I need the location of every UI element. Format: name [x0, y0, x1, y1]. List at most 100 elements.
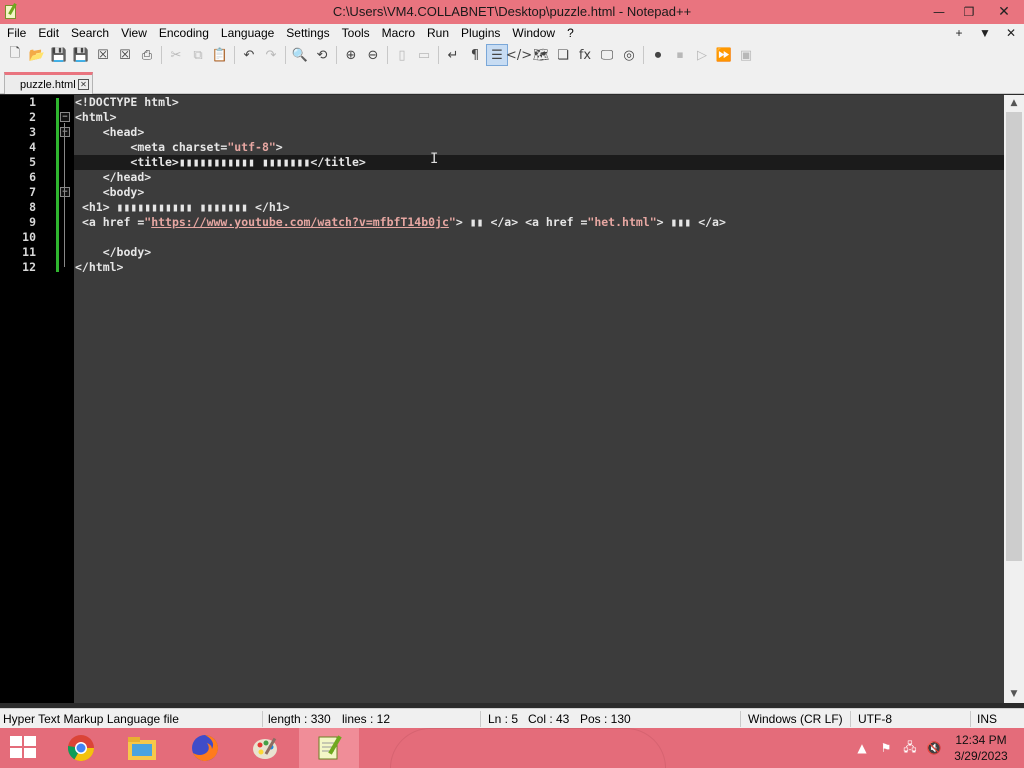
word-wrap-icon[interactable]: ↵: [442, 44, 464, 66]
menu-edit[interactable]: Edit: [32, 24, 65, 42]
sync-horizontal-icon[interactable]: ▭: [413, 44, 435, 66]
code-text[interactable]: </head>: [74, 170, 1004, 185]
document-map-icon[interactable]: 🗺: [530, 44, 552, 66]
find-icon[interactable]: 🔍: [289, 44, 311, 66]
menu-run[interactable]: Run: [421, 24, 455, 42]
menu-language[interactable]: Language: [215, 24, 280, 42]
menu-plugins[interactable]: Plugins: [455, 24, 506, 42]
code-text[interactable]: <head>: [74, 125, 1004, 140]
line-number: 2: [29, 110, 36, 124]
tab-close-icon[interactable]: ✕: [78, 79, 89, 90]
action-center-flag-icon[interactable]: ⚑: [874, 741, 898, 755]
code-text[interactable]: </body>: [74, 245, 1004, 260]
copy-icon[interactable]: ⧉: [187, 44, 209, 66]
paint-taskbar-icon[interactable]: [236, 728, 296, 768]
code-token: "utf-8": [227, 140, 276, 154]
fold-toggle-icon[interactable]: −: [60, 187, 70, 197]
stop-record-icon[interactable]: ⏹: [669, 44, 691, 66]
sync-vertical-icon[interactable]: ▯: [391, 44, 413, 66]
code-text[interactable]: <h1> ▮▮▮▮▮▮▮▮▮▮▮ ▮▮▮▮▮▮▮ </h1>: [74, 200, 1004, 215]
tab-puzzle-html[interactable]: puzzle.html ✕: [4, 72, 93, 94]
code-line[interactable]: 3 − <head>: [0, 125, 1004, 140]
tab-list-dropdown-icon[interactable]: ▼: [972, 26, 998, 40]
code-line[interactable]: 12 </html>: [0, 260, 1004, 275]
menu-settings[interactable]: Settings: [280, 24, 335, 42]
document-list-icon[interactable]: ❏: [552, 44, 574, 66]
scroll-down-arrow-icon[interactable]: ▼: [1004, 686, 1024, 703]
record-macro-icon[interactable]: ⏺: [647, 44, 669, 66]
restore-button[interactable]: ❐: [954, 0, 984, 24]
clock[interactable]: 12:34 PM 3/29/2023: [946, 732, 1016, 764]
code-text[interactable]: <html>: [74, 110, 1004, 125]
code-line[interactable]: 8 <h1> ▮▮▮▮▮▮▮▮▮▮▮ ▮▮▮▮▮▮▮ </h1>: [0, 200, 1004, 215]
firefox-taskbar-icon[interactable]: [175, 728, 235, 768]
code-token: <!DOCTYPE html>: [75, 95, 179, 109]
replace-icon[interactable]: ⟲: [311, 44, 333, 66]
minimize-button[interactable]: —: [924, 0, 954, 24]
paste-icon[interactable]: 📋: [209, 44, 231, 66]
save-macro-icon[interactable]: ▣: [735, 44, 757, 66]
new-file-icon[interactable]: 🗋: [4, 44, 26, 66]
close-file-icon[interactable]: ☒: [92, 44, 114, 66]
code-text[interactable]: </html>: [74, 260, 1004, 275]
code-line[interactable]: 6 </head>: [0, 170, 1004, 185]
html-tag-icon[interactable]: </>: [506, 44, 532, 66]
menu-encoding[interactable]: Encoding: [153, 24, 215, 42]
file-explorer-taskbar-icon[interactable]: [112, 728, 172, 768]
close-window-button[interactable]: ✕: [984, 0, 1024, 24]
chrome-taskbar-icon[interactable]: [51, 728, 111, 768]
code-text[interactable]: <a href = "https://www.youtube.com/watch?…: [74, 215, 1004, 230]
zoom-out-icon[interactable]: ⊖: [362, 44, 384, 66]
menu-window[interactable]: Window: [506, 24, 561, 42]
new-tab-plus-icon[interactable]: +: [946, 26, 972, 40]
url-link[interactable]: https://www.youtube.com/watch?v=mfbfT14b…: [151, 215, 449, 229]
fold-toggle-icon[interactable]: −: [60, 127, 70, 137]
code-text[interactable]: <meta charset="utf-8">: [74, 140, 1004, 155]
notepadpp-taskbar-icon[interactable]: [299, 728, 359, 768]
code-text[interactable]: <body>: [74, 185, 1004, 200]
close-document-icon[interactable]: ✕: [998, 26, 1024, 40]
menu-tools[interactable]: Tools: [336, 24, 376, 42]
vertical-scrollbar[interactable]: ▲ ▼: [1004, 95, 1024, 703]
start-button-windows-icon[interactable]: [10, 736, 38, 760]
cut-icon[interactable]: ✂: [165, 44, 187, 66]
save-icon[interactable]: 💾: [48, 44, 70, 66]
folder-workspace-icon[interactable]: 🖵: [596, 44, 618, 66]
code-text[interactable]: <title>▮▮▮▮▮▮▮▮▮▮▮ ▮▮▮▮▮▮▮</title>: [74, 155, 1004, 170]
code-line[interactable]: 7 − <body>: [0, 185, 1004, 200]
code-line[interactable]: 4 <meta charset="utf-8">: [0, 140, 1004, 155]
code-line[interactable]: 5 <title>▮▮▮▮▮▮▮▮▮▮▮ ▮▮▮▮▮▮▮</title>: [0, 155, 1004, 170]
close-all-icon[interactable]: ☒: [114, 44, 136, 66]
menu-search[interactable]: Search: [65, 24, 115, 42]
code-line[interactable]: 11 </body>: [0, 245, 1004, 260]
menu-view[interactable]: View: [115, 24, 153, 42]
save-all-icon[interactable]: 💾: [70, 44, 92, 66]
code-line[interactable]: 10: [0, 230, 1004, 245]
menu-file[interactable]: File: [0, 24, 32, 42]
code-text[interactable]: <!DOCTYPE html>: [74, 95, 1004, 110]
code-line[interactable]: 1 <!DOCTYPE html>: [0, 95, 1004, 110]
run-macro-multiple-icon[interactable]: ⏩: [713, 44, 735, 66]
code-line[interactable]: 2 − <html>: [0, 110, 1004, 125]
open-file-icon[interactable]: 📂: [26, 44, 48, 66]
menu-macro[interactable]: Macro: [376, 24, 421, 42]
network-icon[interactable]: 🖧: [898, 738, 922, 759]
redo-icon[interactable]: ↷: [260, 44, 282, 66]
function-list-icon[interactable]: fx: [574, 44, 596, 66]
scroll-up-arrow-icon[interactable]: ▲: [1004, 95, 1024, 112]
monitoring-icon[interactable]: ◎: [618, 44, 640, 66]
code-line[interactable]: 9 <a href = "https://www.youtube.com/watc…: [0, 215, 1004, 230]
scrollbar-thumb[interactable]: [1006, 112, 1022, 561]
print-icon[interactable]: ⎙: [136, 44, 158, 66]
code-text[interactable]: [74, 230, 1004, 245]
fold-toggle-icon[interactable]: −: [60, 112, 70, 122]
desktop-wallpaper-arc: [390, 728, 666, 768]
undo-icon[interactable]: ↶: [238, 44, 260, 66]
volume-muted-icon[interactable]: 🔇: [922, 741, 946, 755]
show-all-chars-icon[interactable]: ¶: [464, 44, 486, 66]
show-hidden-icons-chevron-icon[interactable]: ▲: [850, 741, 874, 755]
zoom-in-icon[interactable]: ⊕: [340, 44, 362, 66]
play-macro-icon[interactable]: ▷: [691, 44, 713, 66]
indent-guide-icon[interactable]: ☰: [486, 44, 508, 66]
menu-help[interactable]: ?: [561, 24, 580, 42]
